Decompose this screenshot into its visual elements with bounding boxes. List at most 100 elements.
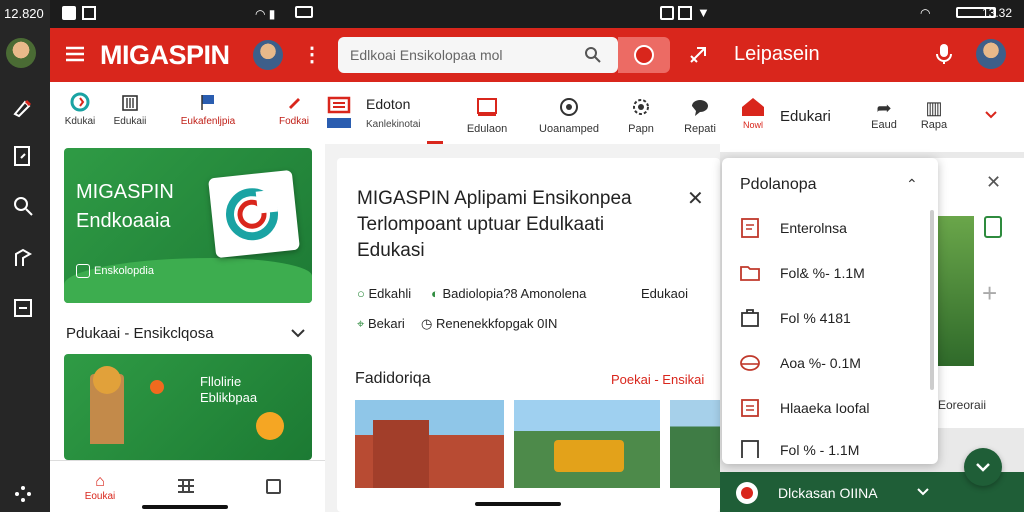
- close-icon[interactable]: ✕: [687, 186, 704, 211]
- home-indicator: [142, 505, 228, 509]
- brand-icon: [736, 482, 758, 504]
- pencil-icon: [284, 92, 304, 112]
- chevron-down-icon[interactable]: [916, 487, 930, 497]
- category-item[interactable]: Edukaii: [108, 92, 152, 127]
- dropdown-item[interactable]: Enterolnsa: [738, 214, 928, 244]
- search-field[interactable]: Edlkoai Ensikolopaa mol: [338, 37, 618, 73]
- tray-icon: [738, 351, 762, 375]
- document-icon[interactable]: [11, 144, 35, 168]
- tab-item[interactable]: Uoanamped: [531, 96, 607, 135]
- meta-item: Edukaoi: [641, 286, 688, 301]
- meta-row: Edukaoi: [641, 286, 688, 301]
- dropdown-item[interactable]: Aoa %- 0.1M: [738, 349, 928, 379]
- action-button[interactable]: [618, 37, 670, 73]
- export-icon[interactable]: [11, 296, 35, 320]
- microphone-icon[interactable]: [934, 42, 954, 66]
- collapse-icon[interactable]: ⌃: [906, 176, 918, 193]
- tab-item[interactable]: Edulaon: [460, 96, 514, 135]
- dropdown-item[interactable]: Fol % 4181: [738, 304, 928, 334]
- promo-card[interactable]: Fllolirie Eblikbpaa: [64, 354, 312, 460]
- document-icon[interactable]: [984, 216, 1002, 238]
- dropdown-item-label: Enterolnsa: [780, 220, 847, 236]
- dropdown-item[interactable]: Fol % - 1.1M: [738, 436, 928, 458]
- search-input[interactable]: Edlkoai Ensikolopaa mol: [350, 47, 503, 63]
- tab-item[interactable]: Papn: [623, 96, 659, 135]
- category-label: Kdukai: [64, 116, 96, 127]
- tab-item[interactable]: Repati: [681, 96, 719, 135]
- book-icon: [76, 264, 90, 278]
- home-screen: ◠ ▮ MIGASPIN ⋮ Kdukai Edukaii Eukafenljp: [50, 0, 325, 512]
- category-item[interactable]: Kdukai: [60, 92, 100, 127]
- target-icon: [558, 96, 580, 118]
- chevron-down-icon[interactable]: [290, 326, 306, 340]
- search-icon[interactable]: [584, 46, 602, 64]
- article-screen: ▼ Edlkoai Ensikolopaa mol Edoton Kanleki…: [325, 0, 720, 512]
- grid-icon[interactable]: [176, 477, 196, 495]
- toolbar-action[interactable]: ➦ Eaud: [864, 98, 904, 131]
- scrollbar[interactable]: [930, 210, 934, 390]
- action-label: Rapa: [920, 119, 948, 131]
- pin-icon: ⌖: [357, 316, 365, 331]
- tab-title[interactable]: Edoton: [366, 96, 410, 112]
- nav-label: Eoukai: [84, 491, 116, 502]
- section-title: Pdukaai - Ensikclqosa: [66, 325, 214, 342]
- section-link[interactable]: Poekai - Ensikai: [611, 372, 704, 387]
- dots-icon[interactable]: [11, 482, 35, 506]
- nav-home[interactable]: ⌂ Eoukai: [78, 473, 122, 502]
- chevron-down-icon[interactable]: [984, 110, 998, 120]
- dropdown-item[interactable]: Hlaaeka Ioofal: [738, 394, 928, 424]
- status-time: 13.32: [982, 6, 1013, 20]
- status-dot-icon: ○: [357, 286, 365, 301]
- dropdown-item-label: Hlaaeka Ioofal: [780, 400, 870, 416]
- overflow-menu-icon[interactable]: ⋮: [302, 42, 322, 67]
- dropdown-item-label: Fol % 4181: [780, 310, 851, 326]
- promo-text: Fllolirie Eblikbpaa: [200, 374, 257, 406]
- hero-banner[interactable]: MIGASPIN Endkoaaia Enskolopdia: [64, 148, 312, 303]
- category-item[interactable]: Fodkai: [272, 92, 316, 127]
- avatar[interactable]: [6, 38, 36, 68]
- category-item[interactable]: Eukafenljpia: [178, 92, 238, 127]
- tab-label: Repati: [684, 123, 716, 135]
- side-card: ✕ + Eoreoraii: [926, 158, 1024, 428]
- square-icon[interactable]: [266, 479, 281, 494]
- dropdown-menu: Pdolanopa ⌃ Enterolnsa Fol& %- 1.1M Fol …: [722, 158, 938, 464]
- home-icon[interactable]: Nowl: [740, 96, 766, 130]
- avatar[interactable]: [976, 39, 1006, 69]
- share-icon[interactable]: [687, 44, 709, 66]
- chevron-down-icon: [976, 463, 990, 472]
- thumbnail-truck[interactable]: [514, 400, 660, 488]
- camera-icon: [660, 6, 674, 20]
- sub-toolbar: Nowl Edukari ➦ Eaud ▥ Rapa: [720, 82, 1024, 152]
- toolbar-label: Edukari: [780, 108, 831, 125]
- app-bar: Edlkoai Ensikolopaa mol: [325, 28, 720, 82]
- promo-line: Fllolirie: [200, 374, 242, 389]
- thumbnail-building[interactable]: [355, 400, 504, 488]
- menu-icon[interactable]: [64, 44, 86, 64]
- status-bar: ◠ 13.32: [720, 0, 1024, 28]
- dropdown-item[interactable]: Fol& %- 1.1M: [738, 259, 928, 289]
- truck-shape: [554, 440, 624, 472]
- app-title: Leipasein: [734, 43, 820, 65]
- tab-bar: Edoton Kanlekinotai Edulaon Uoanamped Pa…: [325, 82, 720, 144]
- bottom-bar-label: Dlckasan OIINA: [778, 485, 878, 501]
- close-icon[interactable]: ✕: [986, 172, 1001, 193]
- bag-icon: [738, 306, 762, 330]
- hero-chip[interactable]: Enskolopdia: [76, 264, 154, 278]
- meta-row: ◷ Renenekkfopgak 0IN: [421, 316, 557, 332]
- thumbnail-landscape[interactable]: [670, 400, 720, 488]
- app-bar: Leipasein: [720, 28, 1024, 82]
- status-time: 12.820: [4, 6, 44, 21]
- logo-icon: [226, 188, 279, 241]
- add-icon[interactable]: +: [982, 278, 997, 309]
- settings-icon[interactable]: [11, 246, 35, 270]
- search-icon[interactable]: [11, 194, 35, 218]
- active-tab-indicator: [427, 141, 443, 144]
- avatar[interactable]: [253, 40, 283, 70]
- tab-label: Edulaon: [466, 123, 508, 135]
- photo-icon: [678, 6, 692, 20]
- toolbar-action[interactable]: ▥ Rapa: [914, 98, 954, 131]
- fab-expand[interactable]: [964, 448, 1002, 486]
- meta-item: Badiolopia?8 Amonolena: [442, 286, 587, 301]
- article-title-line: Terlompoant uptuar Edulkaati: [357, 214, 605, 235]
- brush-icon[interactable]: [11, 96, 35, 120]
